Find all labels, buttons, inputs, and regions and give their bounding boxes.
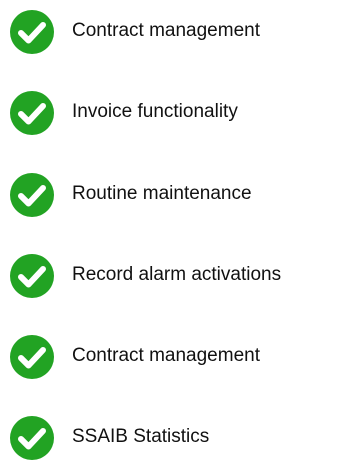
checkmark-circle-icon xyxy=(10,254,54,298)
feature-item-contract-management: Contract management xyxy=(8,9,346,55)
feature-item-record-alarm-activations: Record alarm activations xyxy=(8,253,346,299)
feature-item-invoice-functionality: Invoice functionality xyxy=(8,90,346,136)
checkmark-circle-icon xyxy=(10,416,54,460)
feature-item-contract-management-2: Contract management xyxy=(8,334,346,380)
feature-label: Record alarm activations xyxy=(72,263,282,285)
feature-item-routine-maintenance: Routine maintenance xyxy=(8,172,346,218)
checkmark-circle-icon xyxy=(10,91,54,135)
feature-label: SSAIB Statistics xyxy=(72,425,210,447)
checkmark-circle-icon xyxy=(10,10,54,54)
feature-label: Contract management xyxy=(72,344,260,366)
feature-label: Routine maintenance xyxy=(72,182,252,204)
checkmark-circle-icon xyxy=(10,335,54,379)
checkmark-circle-icon xyxy=(10,173,54,217)
feature-item-ssaib-statistics: SSAIB Statistics xyxy=(8,415,346,461)
feature-label: Invoice functionality xyxy=(72,100,238,122)
feature-label: Contract management xyxy=(72,19,260,41)
